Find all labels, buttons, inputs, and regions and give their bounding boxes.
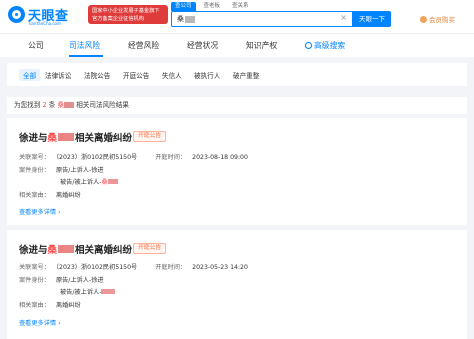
logo[interactable]: 天眼查 TianYanCha.com (8, 5, 88, 27)
nav-advanced-search[interactable]: 高级搜索 (305, 40, 345, 51)
vip-icon (420, 16, 427, 23)
search-input[interactable]: 桑 × (171, 11, 353, 27)
search-tab-company[interactable]: 查公司 (171, 2, 196, 11)
defendant-label: 被告/被上诉人- (60, 179, 102, 186)
case-number-label: 关联案号： (19, 264, 50, 271)
nav-tab-business-status[interactable]: 经营状况 (187, 40, 218, 51)
case-role-row: 案件身份： 原告/上诉人-徐进 (19, 165, 104, 174)
view-more-label: 查看更多详情 (19, 320, 57, 327)
hearing-date: 2023-05-23 14:20 (192, 264, 248, 271)
filter-tab-bankruptcy[interactable]: 破产重整 (233, 70, 259, 80)
filter-tab-lawsuits[interactable]: 法律诉讼 (45, 70, 71, 80)
search-tabs: 查公司 查老板 查关系 (171, 2, 257, 11)
hearing-date-label: 开庭时间： (155, 264, 187, 271)
case-cause: 离婚纠纷 (55, 302, 81, 309)
vip-purchase-link[interactable]: 会员购买 (420, 14, 455, 24)
active-tab-indicator (69, 55, 103, 57)
case-type-badge: 开庭公告 (133, 243, 167, 254)
redacted-text (64, 102, 75, 108)
search-button[interactable]: 天眼一下 (353, 11, 391, 27)
redacted-text (58, 133, 75, 141)
case-title-name: 桑 (47, 133, 58, 144)
nav-tab-legal-risk[interactable]: 司法风险 (69, 40, 100, 51)
case-title-prefix: 徐进与 (19, 133, 48, 144)
search-tab-boss[interactable]: 查老板 (200, 2, 225, 11)
eye-logo-icon (8, 6, 25, 23)
banner-line-2: 官方备案企业征信机构 (92, 16, 144, 22)
filter-tabs: 全部 法律诉讼 法院公告 开庭公告 失信人 被执行人 破产重整 (7, 63, 467, 86)
main-nav: 公司 司法风险 经营风险 经营状况 知识产权 高级搜索 (0, 33, 474, 57)
result-prefix: 为您找到 (14, 101, 41, 109)
hearing-date-label: 开庭时间： (155, 154, 187, 161)
case-cause-row: 相关案由： 离婚纠纷 (19, 190, 81, 199)
case-role-label: 案件身份： (19, 167, 50, 174)
view-more-link[interactable]: 查看更多详情 › (19, 318, 61, 327)
case-number: （2023）浙0102民初5150号 (55, 154, 138, 161)
redacted-text (101, 289, 116, 294)
plaintiff: 原告/上诉人-徐进 (55, 277, 104, 284)
logo-subtext: TianYanCha.com (28, 21, 61, 26)
case-role-row: 案件身份： 原告/上诉人-徐进 (19, 275, 104, 284)
search-input-value: 桑 (177, 15, 184, 23)
redacted-text (58, 245, 75, 253)
view-more-label: 查看更多详情 (19, 209, 57, 216)
nav-tab-ip[interactable]: 知识产权 (246, 40, 277, 51)
redacted-text (185, 16, 195, 23)
filter-tab-dishonest[interactable]: 失信人 (162, 70, 182, 80)
plaintiff: 原告/上诉人-徐进 (55, 167, 104, 174)
case-title-suffix: 相关离婚纠纷 (75, 133, 133, 144)
search-icon (305, 42, 312, 49)
filter-tab-court-notices[interactable]: 法院公告 (84, 70, 110, 80)
result-keyword: 桑 (57, 101, 65, 109)
filter-tab-all[interactable]: 全部 (19, 69, 41, 81)
case-number-row: 关联案号： （2023）浙0102民初5150号 开庭时间： 2023-05-23 1… (19, 262, 248, 271)
result-count: 2 (42, 101, 47, 109)
chevron-right-icon: › (56, 209, 61, 216)
view-more-link[interactable]: 查看更多详情 › (19, 207, 61, 216)
case-role-row-2: 被告/被上诉人- (60, 287, 116, 296)
result-summary: 为您找到 2 条 桑 相关司法风险结果 (7, 97, 467, 114)
case-title[interactable]: 徐进与桑 相关离婚纠纷 (19, 130, 132, 144)
case-cause-row: 相关案由： 离婚纠纷 (19, 300, 81, 309)
defendant-label: 被告/被上诉人- (60, 289, 102, 296)
case-role-row-2: 被告/被上诉人-桑 (60, 177, 118, 186)
hearing-date: 2023-08-18 09:00 (192, 154, 248, 161)
chevron-right-icon: › (56, 320, 61, 327)
top-header: 天眼查 TianYanCha.com 国家中小企业发展子基金旗下 官方备案企业征… (0, 0, 474, 33)
result-unit: 条 (48, 101, 56, 109)
filter-tab-enforced[interactable]: 被执行人 (194, 70, 220, 80)
case-cause-label: 相关案由： (19, 302, 50, 309)
case-card: 徐进与桑 相关离婚纠纷 开庭公告 关联案号： （2023）浙0102民初5150号 开… (7, 118, 467, 225)
nav-tab-company[interactable]: 公司 (28, 40, 44, 51)
case-title-prefix: 徐进与 (19, 245, 48, 256)
case-number-row: 关联案号： （2023）浙0102民初5150号 开庭时间： 2023-08-18 0… (19, 152, 248, 161)
case-title[interactable]: 徐进与桑 相关离婚纠纷 (19, 242, 132, 256)
search-tab-relation[interactable]: 查关系 (228, 2, 253, 11)
case-title-suffix: 相关离婚纠纷 (75, 245, 133, 256)
case-number-label: 关联案号： (19, 154, 50, 161)
case-type-badge: 开庭公告 (133, 131, 167, 142)
promo-banner[interactable]: 国家中小企业发展子基金旗下 官方备案企业征信机构 (88, 5, 168, 24)
case-card: 徐进与桑 相关离婚纠纷 开庭公告 关联案号： （2023）浙0102民初5150号 开… (7, 230, 467, 339)
case-cause-label: 相关案由： (19, 192, 50, 199)
advanced-search-label: 高级搜索 (314, 41, 346, 50)
banner-line-1: 国家中小企业发展子基金旗下 (92, 8, 160, 14)
case-title-name: 桑 (47, 245, 58, 256)
case-role-label: 案件身份： (19, 277, 50, 284)
filter-tab-hearing-notices[interactable]: 开庭公告 (123, 70, 149, 80)
case-cause: 离婚纠纷 (55, 192, 81, 199)
case-number: （2023）浙0102民初5150号 (55, 264, 138, 271)
result-suffix: 相关司法风险结果 (76, 101, 129, 109)
vip-label: 会员购买 (429, 16, 455, 24)
clear-icon[interactable]: × (340, 13, 347, 22)
nav-tab-business-risk[interactable]: 经营风险 (128, 40, 159, 51)
redacted-text (107, 179, 118, 184)
